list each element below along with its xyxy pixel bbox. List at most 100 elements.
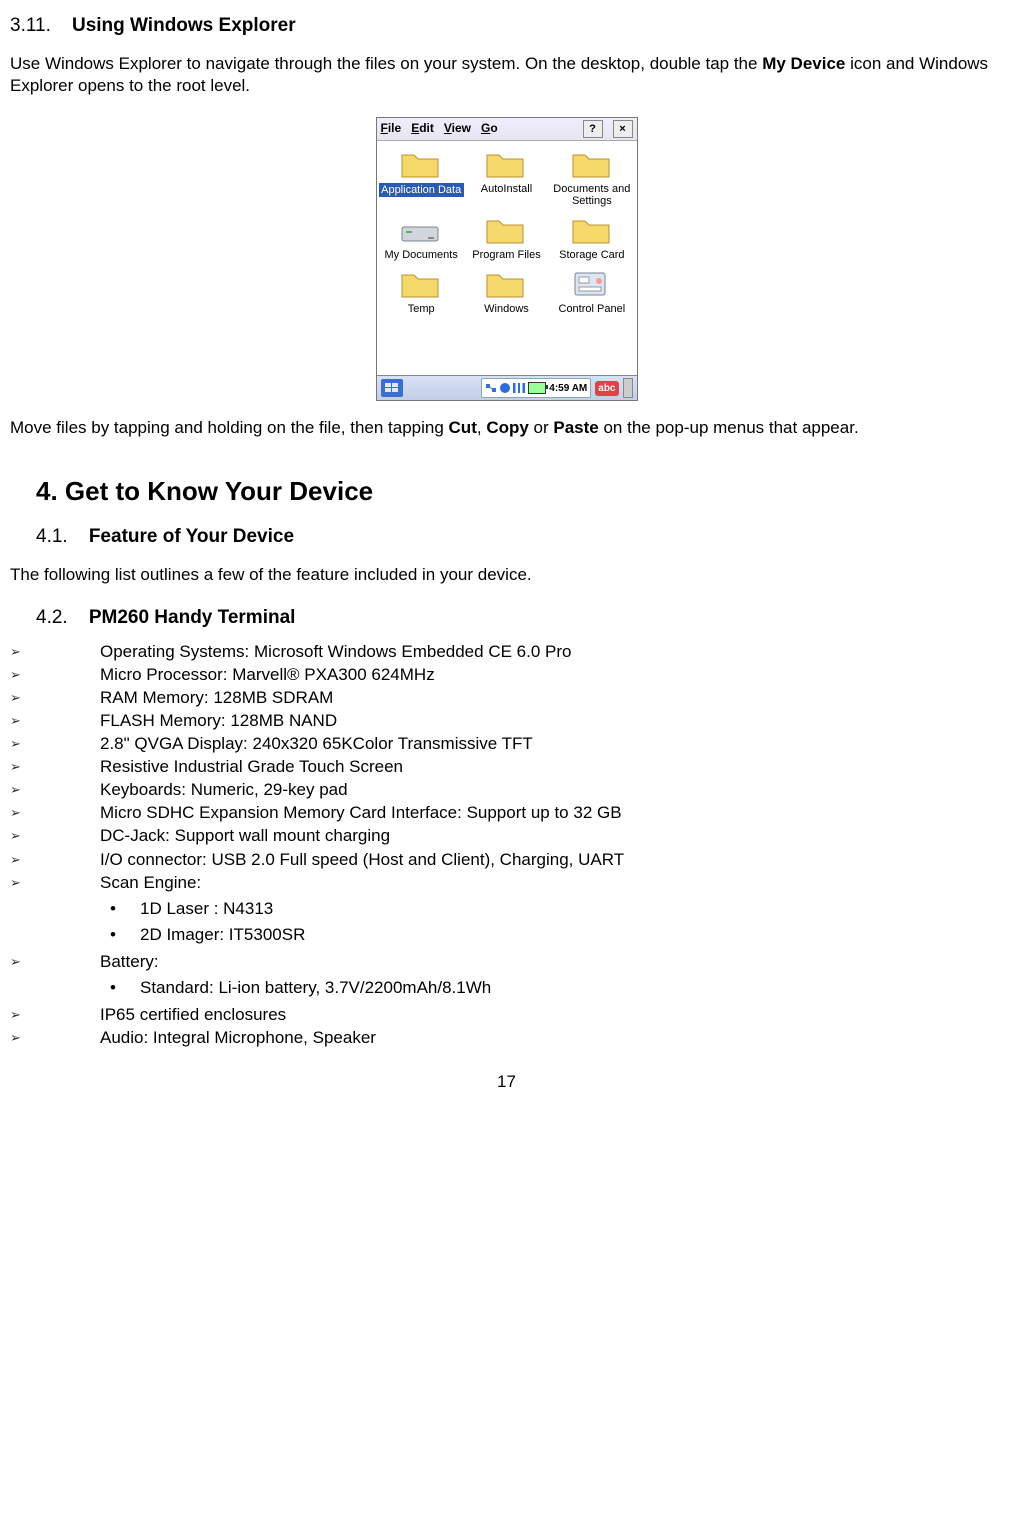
bullet-icon <box>10 710 100 732</box>
heading-4-1: 4.1. Feature of Your Device <box>36 525 1003 550</box>
drive-my-documents[interactable]: My Documents <box>379 213 464 261</box>
spec-item: FLASH Memory: 128MB NAND <box>10 710 1003 732</box>
folder-storage-card[interactable]: Storage Card <box>549 213 634 261</box>
folder-label: Application Data <box>379 183 464 197</box>
folder-documents-settings[interactable]: Documents and Settings <box>549 147 634 207</box>
sub-text: 2D Imager: IT5300SR <box>140 924 305 946</box>
bold-copy: Copy <box>486 418 529 437</box>
control-panel[interactable]: Control Panel <box>549 267 634 315</box>
folder-icon <box>398 147 444 181</box>
grip-icon <box>623 378 633 398</box>
menu-bar: File Edit View Go ? × <box>377 118 637 141</box>
spec-item: Audio: Integral Microphone, Speaker <box>10 1027 1003 1049</box>
help-button[interactable]: ? <box>583 120 603 138</box>
heading-4-2: 4.2. PM260 Handy Terminal <box>36 606 1003 631</box>
bold-paste: Paste <box>553 418 598 437</box>
spec-text: Scan Engine: <box>100 873 201 892</box>
spec-item-scan-engine: Scan Engine: 1D Laser : N4313 2D Imager:… <box>10 872 1003 950</box>
spec-text: Audio: Integral Microphone, Speaker <box>100 1027 1003 1049</box>
bullet-icon <box>10 1027 100 1049</box>
bullet-icon <box>10 825 100 847</box>
dot-icon <box>100 977 140 999</box>
sub-item: 2D Imager: IT5300SR <box>100 924 1003 946</box>
bold-my-device: My Device <box>762 54 845 73</box>
folder-icon <box>483 267 529 301</box>
bullet-icon <box>10 1004 100 1026</box>
battery-icon <box>528 382 546 394</box>
bullet-icon <box>10 951 100 1003</box>
spec-item: Micro SDHC Expansion Memory Card Interfa… <box>10 802 1003 824</box>
menu-view[interactable]: View <box>444 121 471 137</box>
folder-temp[interactable]: Temp <box>379 267 464 315</box>
dot-icon <box>100 924 140 946</box>
folder-program-files[interactable]: Program Files <box>464 213 549 261</box>
heading-title: PM260 Handy Terminal <box>89 607 296 628</box>
folder-label: Storage Card <box>549 249 634 261</box>
feature-intro: The following list outlines a few of the… <box>10 564 1003 586</box>
spec-item: Operating Systems: Microsoft Windows Emb… <box>10 641 1003 663</box>
spec-text: FLASH Memory: 128MB NAND <box>100 710 1003 732</box>
folder-label: Documents and Settings <box>549 183 634 207</box>
folder-icon <box>483 147 529 181</box>
folder-label: Temp <box>379 303 464 315</box>
text: or <box>529 418 554 437</box>
spec-text: I/O connector: USB 2.0 Full speed (Host … <box>100 849 1003 871</box>
clock: 4:59 AM <box>549 382 587 395</box>
text: , <box>477 418 486 437</box>
spec-text: Keyboards: Numeric, 29-key pad <box>100 779 1003 801</box>
menu-go[interactable]: Go <box>481 121 498 137</box>
folder-application-data[interactable]: Application Data <box>379 147 464 207</box>
bullet-icon <box>10 641 100 663</box>
bullet-icon <box>10 756 100 778</box>
folder-icon <box>569 213 615 247</box>
drive-label: My Documents <box>379 249 464 261</box>
sip-button[interactable]: abc <box>595 381 618 396</box>
intro-paragraph: Use Windows Explorer to navigate through… <box>10 53 1003 97</box>
folder-icon <box>483 213 529 247</box>
spec-text: Resistive Industrial Grade Touch Screen <box>100 756 1003 778</box>
spec-text: Micro Processor: Marvell® PXA300 624MHz <box>100 664 1003 686</box>
spec-item-battery: Battery: Standard: Li-ion battery, 3.7V/… <box>10 951 1003 1003</box>
bullet-icon <box>10 779 100 801</box>
heading-chapter-4: 4. Get to Know Your Device <box>36 475 1003 509</box>
bullet-icon <box>10 733 100 755</box>
bold-cut: Cut <box>449 418 477 437</box>
bluetooth-icon <box>500 383 510 393</box>
system-tray[interactable]: 4:59 AM <box>481 378 591 398</box>
heading-3-11: 3.11. Using Windows Explorer <box>10 14 1003 39</box>
heading-title: Feature of Your Device <box>89 526 294 547</box>
drive-icon <box>398 213 444 247</box>
spec-text: Micro SDHC Expansion Memory Card Interfa… <box>100 802 1003 824</box>
heading-number: 4.1. <box>36 526 68 547</box>
text: on the pop-up menus that appear. <box>599 418 859 437</box>
cut-copy-paste-paragraph: Move files by tapping and holding on the… <box>10 417 1003 439</box>
spec-text: DC-Jack: Support wall mount charging <box>100 825 1003 847</box>
bullet-icon <box>10 872 100 950</box>
taskbar: 4:59 AM abc <box>377 375 637 400</box>
control-panel-icon <box>569 267 615 301</box>
folder-label: AutoInstall <box>464 183 549 195</box>
close-button[interactable]: × <box>613 120 633 138</box>
spec-item: IP65 certified enclosures <box>10 1004 1003 1026</box>
bullet-icon <box>10 802 100 824</box>
bullet-icon <box>10 664 100 686</box>
menu-file[interactable]: File <box>381 121 402 137</box>
spec-item: 2.8" QVGA Display: 240x320 65KColor Tran… <box>10 733 1003 755</box>
start-button[interactable] <box>381 379 403 397</box>
heading-title: Using Windows Explorer <box>72 15 296 36</box>
bullet-icon <box>10 687 100 709</box>
spec-text: Operating Systems: Microsoft Windows Emb… <box>100 641 1003 663</box>
battery-sublist: Standard: Li-ion battery, 3.7V/2200mAh/8… <box>100 977 1003 999</box>
text: Use Windows Explorer to navigate through… <box>10 54 762 73</box>
folder-windows[interactable]: Windows <box>464 267 549 315</box>
spec-item: Keyboards: Numeric, 29-key pad <box>10 779 1003 801</box>
menu-edit[interactable]: Edit <box>411 121 434 137</box>
heading-number: 4.2. <box>36 607 68 628</box>
folder-label: Windows <box>464 303 549 315</box>
spec-list: Operating Systems: Microsoft Windows Emb… <box>10 641 1003 1050</box>
scan-sublist: 1D Laser : N4313 2D Imager: IT5300SR <box>100 898 1003 946</box>
spec-text: RAM Memory: 128MB SDRAM <box>100 687 1003 709</box>
spec-item: Resistive Industrial Grade Touch Screen <box>10 756 1003 778</box>
folder-icon <box>398 267 444 301</box>
folder-autoinstall[interactable]: AutoInstall <box>464 147 549 207</box>
